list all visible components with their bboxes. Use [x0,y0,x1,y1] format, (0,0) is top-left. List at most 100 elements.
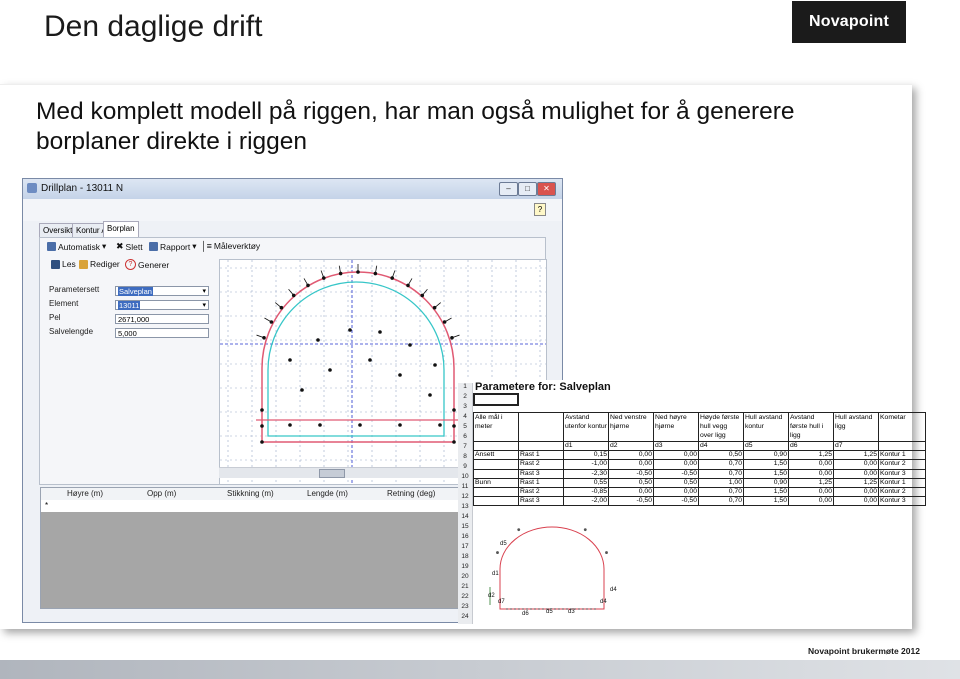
sheet-cell[interactable]: 0,00 [833,487,879,498]
sheet-cell[interactable]: -1,00 [563,459,609,470]
sheet-cell[interactable]: -2,30 [563,468,609,479]
sheet-cell[interactable]: Kontur 2 [878,487,926,498]
sheet-cell[interactable]: 1,25 [788,477,834,489]
minimize-button[interactable]: – [499,182,518,196]
sheet-cell[interactable]: Bunn [473,477,519,489]
sheet-cell[interactable]: Ned venstre hjørne [608,412,654,442]
sheet-cell[interactable]: d2 [608,440,654,452]
sheet-cell[interactable]: Hull avstand kontur [743,412,789,442]
sheet-cell[interactable]: 0,00 [653,487,699,498]
sheet-cell[interactable]: 0,50 [653,477,699,489]
window-title: Drillplan - 13011 N [41,183,124,194]
scroll-thumb[interactable] [319,469,345,478]
sheet-cell[interactable]: 0,70 [698,459,744,470]
sheet-cell[interactable] [473,459,519,470]
sheet-cell[interactable]: 0,00 [788,459,834,470]
sheet-cell[interactable]: Kontur 2 [878,459,926,470]
automatisk-button[interactable]: Automatisk ▾ [47,241,106,252]
salvelengde-input[interactable]: 5,000 [115,328,209,338]
sheet-cell[interactable]: 0,00 [653,459,699,470]
sheet-cell[interactable]: 0,15 [563,450,609,461]
sheet-cell[interactable]: 1,50 [743,468,789,479]
sheet-cell[interactable]: 1,25 [833,477,879,489]
sheet-cell[interactable]: 0,55 [563,477,609,489]
sheet-cell[interactable]: 0,00 [788,468,834,479]
sheet-cell[interactable]: 0,00 [608,487,654,498]
sheet-cell[interactable]: Ned høyre hjørne [653,412,699,442]
rapport-button[interactable]: Rapport ▾ [149,241,197,252]
sheet-cell[interactable]: Avstand utenfor kontur [563,412,609,442]
sheet-cell[interactable]: 0,00 [833,496,879,507]
sheet-cell[interactable]: Rast 3 [518,468,564,479]
generer-button[interactable]: ? Generer [125,259,169,270]
sheet-cell[interactable]: -0,50 [608,496,654,507]
sheet-cell[interactable] [473,468,519,479]
sheet-cell[interactable]: d4 [698,440,744,452]
sheet-cell[interactable] [473,496,519,507]
sheet-cell[interactable]: Kontur 3 [878,468,926,479]
sheet-cell[interactable]: 1,00 [698,477,744,489]
maximize-button[interactable]: □ [518,182,537,196]
sheet-cell[interactable]: Hull avstand ligg [833,412,879,442]
element-select[interactable]: 13011 ▾ [115,300,209,310]
sheet-cell[interactable]: Høyde første hull vegg over ligg [698,412,744,442]
sheet-cell[interactable]: 0,70 [698,468,744,479]
rediger-button[interactable]: Rediger [79,259,120,269]
sheet-cell[interactable]: 0,00 [608,450,654,461]
sheet-cell[interactable]: -0,85 [563,487,609,498]
pel-input[interactable]: 2671,000 [115,314,209,324]
maleverktoy-button[interactable]: │≡ Måleverktøy [201,241,260,251]
sheet-cell[interactable] [518,440,564,452]
active-cell[interactable] [473,393,519,406]
sheet-cell[interactable]: 0,00 [788,496,834,507]
sheet-cell[interactable]: 0,50 [608,477,654,489]
sheet-cell[interactable]: 0,50 [698,450,744,461]
sheet-cell[interactable]: d6 [788,440,834,452]
sheet-cell[interactable]: 0,00 [788,487,834,498]
sheet-cell[interactable]: 1,50 [743,487,789,498]
sheet-cell[interactable]: Ansett [473,450,519,461]
sheet-cell[interactable]: -2,00 [563,496,609,507]
sheet-cell[interactable]: Kometar [878,412,926,442]
slett-button[interactable]: ✖ Slett [116,241,143,252]
les-button[interactable]: Les [51,259,76,269]
sheet-cell[interactable] [473,487,519,498]
sheet-cell[interactable]: Alle mål i meter [473,412,519,442]
sheet-cell[interactable]: Rast 2 [518,487,564,498]
sheet-cell[interactable]: 1,25 [833,450,879,461]
sheet-cell[interactable]: -0,50 [653,496,699,507]
sheet-cell[interactable] [473,440,519,452]
sheet-cell[interactable]: 0,70 [698,496,744,507]
sheet-cell[interactable]: d3 [653,440,699,452]
sheet-cell[interactable]: 0,00 [833,468,879,479]
tab-borplan[interactable]: Borplan [103,221,139,238]
help-icon[interactable]: ? [534,203,546,216]
sheet-cell[interactable]: -0,50 [653,468,699,479]
sheet-cell[interactable]: 0,70 [698,487,744,498]
sheet-cell[interactable]: 1,25 [788,450,834,461]
sheet-cell[interactable]: 0,00 [833,459,879,470]
sheet-cell[interactable]: Kontur 1 [878,450,926,461]
sheet-cell[interactable] [518,412,564,442]
sheet-cell[interactable]: Rast 1 [518,450,564,461]
parametersett-select[interactable]: Salveplan ▾ [115,286,209,296]
sheet-cell[interactable]: d5 [743,440,789,452]
sheet-cell[interactable]: Rast 2 [518,459,564,470]
sheet-cell[interactable]: d1 [563,440,609,452]
sheet-cell[interactable]: 0,00 [653,450,699,461]
sheet-cell[interactable]: Rast 1 [518,477,564,489]
sheet-cell[interactable]: Avstand første hull i ligg [788,412,834,442]
sheet-cell[interactable]: Rast 3 [518,496,564,507]
sheet-cell[interactable]: d7 [833,440,879,452]
sheet-cell[interactable]: Kontur 1 [878,477,926,489]
sheet-cell[interactable]: 0,00 [608,459,654,470]
sheet-cell[interactable]: 1,50 [743,496,789,507]
sheet-cell[interactable]: 0,90 [743,477,789,489]
close-button[interactable]: ✕ [537,182,556,196]
sketch-label: d5 [500,541,507,547]
sheet-cell[interactable]: Kontur 3 [878,496,926,507]
sheet-cell[interactable] [878,440,926,452]
sheet-cell[interactable]: -0,50 [608,468,654,479]
sheet-cell[interactable]: 0,90 [743,450,789,461]
sheet-cell[interactable]: 1,50 [743,459,789,470]
